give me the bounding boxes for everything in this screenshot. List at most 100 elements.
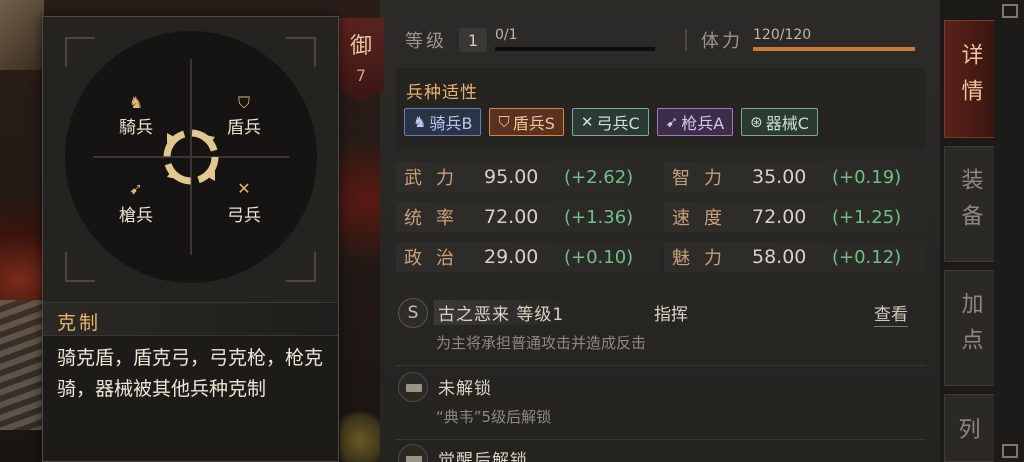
aptitude-machine[interactable]: ⊛ 器械C bbox=[741, 108, 818, 136]
aptitude-title: 兵种适性 bbox=[406, 83, 478, 103]
exp-progress: 0/1 bbox=[495, 25, 655, 55]
aptitude-machine-label: 器械C bbox=[765, 114, 809, 133]
attr-name: 魅力 bbox=[672, 248, 736, 269]
attr-bonus: (+0.10) bbox=[564, 246, 634, 268]
skill-description: 为主将承担普通攻击并造成反击 bbox=[436, 334, 647, 352]
attr-value: 29.00 bbox=[484, 246, 539, 268]
aptitude-shield-label: 盾兵S bbox=[512, 114, 555, 133]
attr-bonus: (+2.62) bbox=[564, 166, 634, 188]
lock-icon bbox=[398, 372, 428, 402]
stamina-bar-fill bbox=[753, 47, 915, 51]
tooltip-header: 克制 bbox=[43, 302, 338, 336]
bow-icon: ✕ bbox=[580, 113, 594, 131]
exp-text: 0/1 bbox=[495, 27, 518, 43]
tab-list-label: 列 bbox=[958, 418, 981, 443]
frame-icon[interactable] bbox=[1002, 444, 1018, 458]
weapon-art bbox=[0, 0, 44, 70]
divider bbox=[685, 29, 687, 51]
bow-icon: ✕ bbox=[237, 179, 251, 198]
edge-strip bbox=[994, 0, 1024, 462]
attr-value: 95.00 bbox=[484, 166, 539, 188]
attr-bonus: (+1.36) bbox=[564, 206, 634, 228]
attr-row-force: 武力 95.00 (+2.62) bbox=[396, 162, 658, 192]
divider bbox=[396, 439, 926, 440]
aptitude-bow[interactable]: ✕ 弓兵C bbox=[571, 108, 649, 136]
attr-value: 35.00 bbox=[752, 166, 807, 188]
rank-badge-number: 7 bbox=[355, 66, 367, 85]
tab-details-label: 详情 bbox=[957, 43, 983, 115]
skill-name: 古之恶来 等级1 bbox=[434, 300, 573, 325]
troop-aptitude-panel: 兵种适性 ♞ 骑兵B ⛉ 盾兵S ✕ 弓兵C ➹ 枪兵A ⊛ 器械C bbox=[396, 68, 926, 150]
skill-row-command[interactable]: S 古之恶来 等级1 指挥 查看 为主将承担普通攻击并造成反击 bbox=[396, 296, 926, 366]
partial-badge bbox=[340, 400, 380, 462]
tab-details[interactable]: 详情 bbox=[944, 20, 994, 138]
rank-badge-char: 御 bbox=[349, 34, 372, 59]
wheel-label-cavalry: 騎兵 bbox=[119, 118, 153, 138]
divider bbox=[396, 365, 926, 366]
aptitude-cavalry-label: 骑兵B bbox=[429, 114, 473, 133]
tab-equipment[interactable]: 装备 bbox=[944, 146, 994, 262]
attr-name: 政治 bbox=[404, 248, 468, 269]
level-label: 等级 bbox=[405, 31, 447, 52]
stamina-bar-track bbox=[753, 47, 915, 51]
stamina-progress: 120/120 bbox=[753, 25, 915, 55]
skill-row-locked[interactable]: 未解锁 “典韦”5级后解锁 bbox=[396, 370, 926, 440]
aptitude-cavalry[interactable]: ♞ 骑兵B bbox=[404, 108, 482, 136]
counter-wheel-area: ♞ 騎兵 ⛉ 盾兵 ➹ 槍兵 ✕ 弓兵 bbox=[43, 17, 338, 302]
skill-row-awaken[interactable]: 觉醒后解锁 bbox=[396, 442, 926, 462]
cavalry-icon: ♞ bbox=[413, 113, 427, 131]
exp-bar-track bbox=[495, 47, 655, 51]
level-stamina-bar: 等级 1 0/1 体力 120/120 bbox=[395, 22, 930, 58]
aptitude-shield[interactable]: ⛉ 盾兵S bbox=[489, 108, 564, 136]
shield-icon: ⛉ bbox=[237, 93, 250, 112]
counter-tooltip: ♞ 騎兵 ⛉ 盾兵 ➹ 槍兵 ✕ 弓兵 克制 骑克盾，盾克弓，弓克枪，枪克骑，器… bbox=[42, 16, 339, 462]
shield-icon: ⛉ bbox=[498, 113, 510, 131]
attr-bonus: (+0.19) bbox=[832, 166, 902, 188]
wheel-label-spear: 槍兵 bbox=[119, 206, 153, 226]
attr-value: 58.00 bbox=[752, 246, 807, 268]
attr-row-speed: 速度 72.00 (+1.25) bbox=[664, 202, 926, 232]
wheel-label-bow: 弓兵 bbox=[227, 206, 261, 226]
attr-name: 统率 bbox=[404, 208, 468, 229]
attr-name: 速度 bbox=[672, 208, 736, 229]
armor-art bbox=[0, 300, 44, 430]
attr-row-politics: 政治 29.00 (+0.10) bbox=[396, 242, 658, 272]
spear-icon: ➹ bbox=[129, 179, 143, 198]
stamina-text: 120/120 bbox=[753, 27, 812, 43]
skill-type: 指挥 bbox=[654, 305, 688, 325]
counter-wheel bbox=[65, 31, 317, 283]
skill-s-icon: S bbox=[398, 298, 428, 328]
tab-equipment-label: 装备 bbox=[957, 168, 983, 240]
skill-name: 未解锁 bbox=[438, 379, 492, 399]
tab-list[interactable]: 列 bbox=[944, 394, 994, 462]
attr-row-command: 统率 72.00 (+1.36) bbox=[396, 202, 658, 232]
level-value: 1 bbox=[459, 28, 487, 52]
attr-bonus: (+1.25) bbox=[832, 206, 902, 228]
tooltip-title: 克制 bbox=[57, 312, 102, 334]
aptitude-spear-label: 枪兵A bbox=[681, 114, 725, 133]
aptitude-spear[interactable]: ➹ 枪兵A bbox=[656, 108, 734, 136]
wheel-label-shield: 盾兵 bbox=[227, 118, 261, 138]
attr-row-intellect: 智力 35.00 (+0.19) bbox=[664, 162, 926, 192]
skill-name: 觉醒后解锁 bbox=[438, 451, 528, 462]
tab-points[interactable]: 加点 bbox=[944, 270, 994, 386]
attr-row-charm: 魅力 58.00 (+0.12) bbox=[664, 242, 926, 272]
attr-bonus: (+0.12) bbox=[832, 246, 902, 268]
aptitude-bow-label: 弓兵C bbox=[596, 114, 640, 133]
skill-view-link[interactable]: 查看 bbox=[874, 300, 908, 327]
attr-name: 武力 bbox=[404, 168, 468, 189]
attr-name: 智力 bbox=[672, 168, 736, 189]
rank-badge: 御 7 bbox=[338, 18, 384, 102]
attr-value: 72.00 bbox=[484, 206, 539, 228]
attr-value: 72.00 bbox=[752, 206, 807, 228]
aptitude-tags: ♞ 骑兵B ⛉ 盾兵S ✕ 弓兵C ➹ 枪兵A ⊛ 器械C bbox=[404, 108, 818, 136]
tab-points-label: 加点 bbox=[957, 292, 983, 364]
machine-icon: ⊛ bbox=[750, 113, 763, 131]
spear-icon: ➹ bbox=[665, 113, 679, 131]
skill-description: “典韦”5级后解锁 bbox=[436, 408, 552, 426]
lock-icon bbox=[398, 444, 428, 462]
tooltip-description: 骑克盾，盾克弓，弓克枪，枪克骑，器械被其他兵种克制 bbox=[57, 347, 324, 400]
stamina-label: 体力 bbox=[701, 31, 743, 52]
cavalry-icon: ♞ bbox=[128, 93, 144, 112]
frame-icon[interactable] bbox=[1002, 4, 1018, 18]
